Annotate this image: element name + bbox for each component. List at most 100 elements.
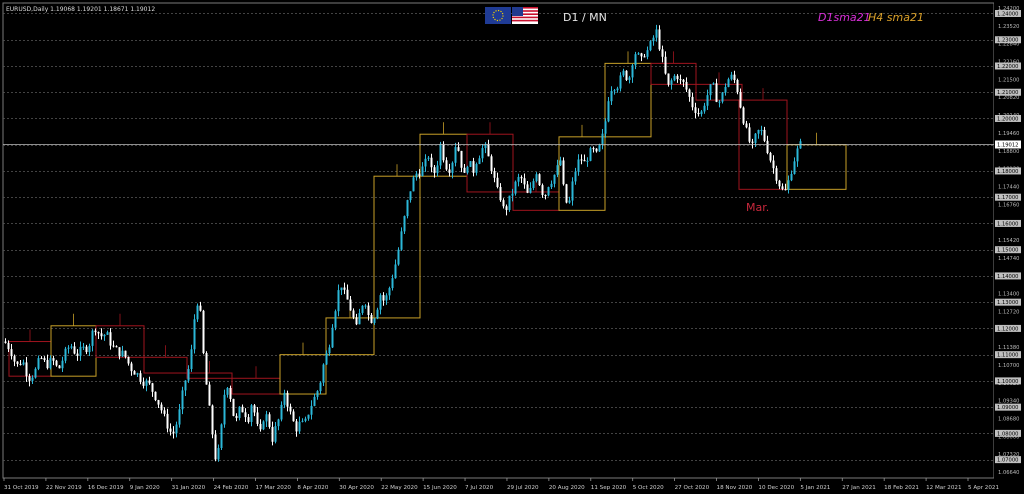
candle-body [238, 406, 241, 419]
chart-window[interactable]: 1.242001.235201.228401.221601.215001.208… [0, 0, 1024, 494]
candle-body [382, 295, 385, 301]
candle-body [727, 79, 730, 87]
candle-body [22, 362, 25, 365]
candle-body [766, 140, 769, 153]
monthly-box [143, 356, 188, 374]
us-flag-icon [512, 7, 538, 24]
candle-body [571, 181, 574, 201]
candle-body [514, 181, 517, 194]
candle-body [448, 169, 451, 173]
candle-body [406, 200, 409, 217]
candle-body [379, 295, 382, 310]
candle-body [721, 92, 724, 102]
plot-frame [2, 2, 995, 479]
candle-body [595, 148, 598, 152]
candle-body [385, 295, 388, 301]
candle-body [157, 400, 160, 405]
candle-body [550, 183, 553, 188]
candle-body [148, 380, 151, 384]
price-tag: 1.21000 [995, 88, 1021, 96]
candle-body [49, 358, 52, 369]
candle-body [769, 152, 772, 161]
candle-body [640, 53, 643, 57]
candle-body [46, 360, 49, 369]
price-tick-label: 1.17440 [998, 184, 1019, 190]
time-tick-label: 20 Aug 2020 [549, 485, 585, 491]
candle-body [244, 412, 247, 418]
candle-body [505, 206, 508, 210]
candle-body [106, 332, 109, 335]
candle-body [499, 186, 502, 201]
candle-body [292, 411, 295, 422]
candle-body [289, 406, 292, 412]
candle-body [583, 160, 586, 162]
candle-body [511, 193, 514, 196]
monthly-boxes [8, 51, 847, 395]
price-tag-label: 1.22000 [997, 64, 1018, 70]
candle-body [409, 191, 412, 201]
candle-body [358, 312, 361, 325]
candle-body [487, 143, 490, 157]
candle-body [361, 305, 364, 313]
candle-body [346, 289, 349, 300]
price-tag: 1.20000 [995, 114, 1021, 122]
candle-body [94, 330, 97, 333]
candle-body [4, 341, 7, 343]
candle-body [118, 347, 121, 357]
price-tick-label: 1.19460 [998, 131, 1019, 137]
candle-body [529, 187, 532, 193]
candle-body [619, 75, 622, 89]
candle-body [421, 166, 424, 177]
time-tick-label: 30 Apr 2020 [339, 485, 374, 491]
candle-body [709, 84, 712, 96]
time-tick-label: 31 Oct 2019 [4, 485, 39, 491]
candle-body [178, 409, 181, 425]
price-tag-label: 1.24000 [997, 11, 1018, 17]
candle-body [277, 419, 280, 427]
price-tag: 1.23000 [995, 36, 1021, 44]
candle-body [229, 387, 232, 399]
candle-body [715, 83, 718, 102]
candle-body [187, 369, 190, 381]
candle-body [61, 360, 64, 369]
candle-body [313, 396, 316, 406]
candle-body [349, 299, 352, 311]
candle-body [64, 348, 67, 361]
candle-body [7, 342, 10, 350]
candle-body [13, 356, 16, 362]
current-price-tag: 1.19012 [995, 140, 1021, 149]
candle-body [112, 345, 115, 347]
candle-body [142, 381, 145, 386]
candle-body [634, 54, 637, 66]
time-tick-label: 11 Sep 2020 [591, 485, 627, 491]
candle-body [172, 431, 175, 434]
candle-body [274, 426, 277, 442]
time-tick-label: 5 Oct 2020 [633, 485, 664, 491]
candle-body [679, 79, 682, 81]
monthly-box [279, 354, 327, 395]
candle-body [712, 83, 715, 85]
candle-body [469, 161, 472, 167]
candle-body [322, 364, 325, 383]
candle-body [226, 387, 229, 395]
price-chart[interactable]: 1.242001.235201.228401.221601.215001.208… [0, 0, 1024, 494]
price-tick-label: 1.18800 [998, 149, 1019, 155]
candle-body [688, 89, 691, 97]
candle-body [436, 165, 439, 174]
candle-body [304, 418, 307, 421]
time-tick-label: 29 Jul 2020 [507, 485, 539, 491]
candle-body [295, 421, 298, 432]
candle-body [508, 195, 511, 210]
candle-body [319, 382, 322, 392]
time-axis[interactable]: 31 Oct 2019 22 Nov 2019 16 Dec 2019 9 Jan 2… [3, 478, 999, 491]
candle-body [334, 311, 337, 328]
price-axis[interactable]: 1.242001.235201.228401.221601.215001.208… [994, 0, 1024, 494]
candle-body [337, 290, 340, 312]
candle-body [40, 358, 43, 360]
candle-body [580, 159, 583, 161]
legend-h4-sma21: H4 sma21 [868, 11, 924, 24]
candle-body [586, 160, 589, 162]
candle-body [493, 171, 496, 178]
candle-body [325, 353, 328, 365]
candle-body [763, 129, 766, 141]
